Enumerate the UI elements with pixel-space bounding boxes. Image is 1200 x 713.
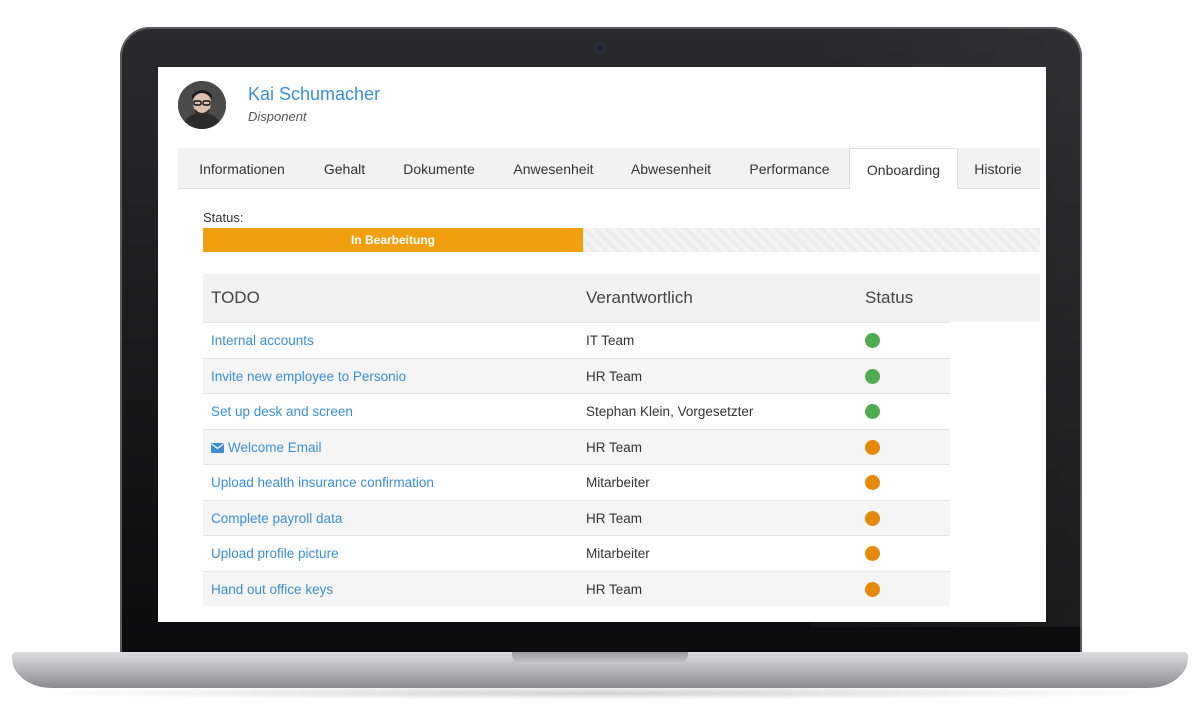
todo-label: Set up desk and screen: [211, 404, 353, 419]
table-body: Internal accounts IT Team Invite new emplo…: [203, 322, 1040, 606]
header-responsible: Verantwortlich: [586, 288, 693, 307]
responsible-cell: HR Team: [586, 510, 643, 526]
todo-label: Upload profile picture: [211, 546, 339, 561]
camera-icon: [594, 42, 606, 54]
header-status: Status: [865, 288, 914, 307]
status-dot-icon: [865, 546, 880, 561]
header-todo: TODO: [211, 288, 260, 307]
envelope-icon: [211, 442, 224, 453]
employee-role: Disponent: [248, 109, 307, 124]
table-row: Set up desk and screen Stephan Klein, Vor…: [203, 393, 950, 429]
status-dot-icon: [865, 439, 880, 455]
todo-link[interactable]: Internal accounts: [211, 323, 314, 358]
todo-label: Hand out office keys: [211, 581, 334, 597]
table-row: Upload health insurance confirmation Mita…: [203, 464, 950, 500]
status-dot-icon: [865, 404, 880, 419]
tab-abwesenheit[interactable]: Abwesenheit: [612, 148, 730, 188]
todo-link[interactable]: Set up desk and screen: [211, 394, 353, 429]
status-dot-icon: [865, 510, 880, 526]
responsible-cell: Mitarbeiter: [586, 475, 650, 490]
avatar-portrait-icon: [178, 81, 226, 129]
table-row: Internal accounts IT Team: [203, 322, 950, 358]
tab-onboarding[interactable]: Onboarding: [849, 148, 958, 190]
status-dot-icon: [865, 333, 880, 348]
todo-label: Welcome Email: [228, 439, 322, 455]
responsible-cell: HR Team: [586, 368, 643, 384]
status-column-panel: [951, 284, 1040, 622]
todo-link[interactable]: Invite new employee to Personio: [211, 359, 406, 394]
todo-label: Internal accounts: [211, 333, 314, 348]
profile-tabs: Informationen Gehalt Dokumente Anwesenhe…: [178, 148, 1040, 190]
responsible-cell: IT Team: [586, 333, 635, 348]
tab-informationen[interactable]: Informationen: [178, 148, 306, 188]
responsible-cell: HR Team: [586, 581, 643, 597]
table-header: TODO Verantwortlich Status: [203, 274, 1040, 322]
responsible-cell: HR Team: [586, 439, 643, 455]
todo-link[interactable]: Upload profile picture: [211, 536, 339, 571]
table-row: Upload profile picture Mitarbeiter: [203, 535, 950, 571]
app-screen: Kai Schumacher Disponent Informationen G…: [158, 67, 1046, 622]
status-progress-text: In Bearbeitung: [350, 233, 435, 247]
todo-label: Complete payroll data: [211, 510, 343, 526]
responsible-cell: Mitarbeiter: [586, 546, 650, 561]
status-progress-bar: In Bearbeitung: [203, 228, 1040, 252]
todo-link[interactable]: Complete payroll data: [211, 501, 342, 536]
laptop-notch: [512, 652, 688, 664]
todo-link[interactable]: Upload health insurance confirmation: [211, 465, 434, 500]
todo-label: Upload health insurance confirmation: [211, 475, 434, 490]
tab-dokumente[interactable]: Dokumente: [383, 148, 495, 188]
table-row: Welcome Email HR Team: [203, 428, 950, 465]
status-dot-icon: [865, 368, 880, 384]
status-label: Status:: [203, 210, 244, 225]
onboarding-panel: Status: In Bearbeitung TODO Verantwortli…: [178, 189, 1040, 622]
tab-historie[interactable]: Historie: [956, 148, 1040, 188]
employee-name[interactable]: Kai Schumacher: [248, 84, 380, 105]
onboarding-table: TODO Verantwortlich Status Internal acco…: [203, 274, 1040, 622]
avatar[interactable]: [178, 81, 226, 129]
table-row: Complete payroll data HR Team: [203, 499, 950, 536]
todo-link[interactable]: Hand out office keys: [211, 572, 333, 607]
todo-link[interactable]: Welcome Email: [211, 430, 322, 465]
tab-anwesenheit[interactable]: Anwesenheit: [495, 148, 612, 188]
table-row: Hand out office keys HR Team: [203, 570, 950, 607]
tab-gehalt[interactable]: Gehalt: [306, 148, 383, 188]
status-dot-icon: [865, 475, 880, 490]
responsible-cell: Stephan Klein, Vorgesetzter: [586, 404, 754, 419]
status-dot-icon: [865, 581, 880, 597]
todo-label: Invite new employee to Personio: [211, 368, 407, 384]
table-row: Invite new employee to Personio HR Team: [203, 357, 950, 394]
tab-performance[interactable]: Performance: [730, 148, 849, 188]
laptop-shadow: [20, 686, 1180, 700]
